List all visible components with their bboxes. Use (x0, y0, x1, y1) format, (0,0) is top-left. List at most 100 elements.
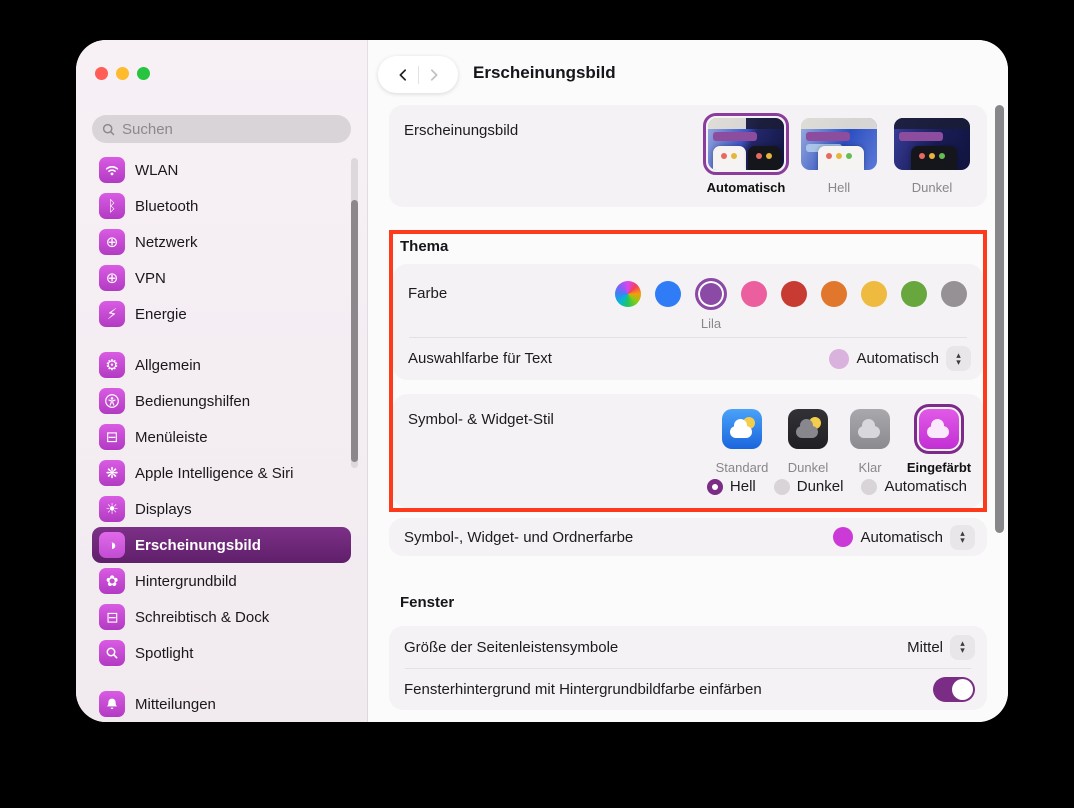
appearance-option-automatisch[interactable]: Automatisch (703, 113, 789, 195)
wifi-icon (99, 157, 125, 183)
sidebar-item-label: Mitteilungen (135, 696, 216, 713)
style-option-dunkel[interactable]: Dunkel (779, 404, 837, 475)
weather-icon-standard (722, 409, 762, 449)
selected-color-name: Lila (685, 316, 737, 331)
style-option-klar[interactable]: Klar (845, 404, 895, 475)
thema-card: Farbe Lila Auswahlfarbe für Text Automat… (393, 264, 983, 380)
traffic-lights (92, 40, 351, 80)
sidebar-item-schreibtisch-dock[interactable]: ⊟Schreibtisch & Dock (92, 599, 351, 635)
tint-toggle-on[interactable] (933, 677, 975, 702)
sidebar-item-label: Spotlight (135, 645, 193, 662)
appearance-icon: ◑ (99, 532, 125, 558)
gear-icon: ⚙ (99, 352, 125, 378)
auswahlfarbe-dropdown[interactable]: Automatisch ▴▾ (829, 346, 971, 371)
settings-window: Suchen WLAN ᛒBluetooth ⊕Netzwerk ⊕VPN ⚡E… (76, 40, 1008, 722)
sidebar-group-gap (92, 671, 351, 686)
color-swatch-lila-selected[interactable] (695, 278, 727, 310)
sidebar-item-allgemein[interactable]: ⚙ Allgemein (92, 347, 351, 383)
menubar-icon: ⊟ (99, 424, 125, 450)
sun-icon: ☀ (99, 496, 125, 522)
color-swatch-rosa[interactable] (741, 281, 767, 307)
chevron-up-down-icon[interactable]: ▴▾ (946, 346, 971, 371)
auswahlfarbe-value: Automatisch (856, 350, 939, 367)
icon-size-value: Mittel (907, 639, 943, 656)
radio-button (774, 479, 790, 495)
zoom-button[interactable] (137, 67, 150, 80)
stil-label: Symbol- & Widget-Stil (408, 411, 554, 428)
appearance-option-label: Hell (828, 180, 850, 195)
magnifier-icon (99, 640, 125, 666)
color-swatch-grau[interactable] (941, 281, 967, 307)
sidebar-item-label: WLAN (135, 162, 178, 179)
search-placeholder: Suchen (122, 121, 173, 138)
ordnerfarbe-dropdown[interactable]: Automatisch ▴▾ (833, 525, 975, 550)
color-swatch-blau[interactable] (655, 281, 681, 307)
chevron-up-down-icon[interactable]: ▴▾ (950, 525, 975, 550)
color-swatch-orange[interactable] (821, 281, 847, 307)
sidebar-list: WLAN ᛒBluetooth ⊕Netzwerk ⊕VPN ⚡Energie … (92, 152, 351, 722)
appearance-option-dunkel[interactable]: Dunkel (889, 113, 975, 195)
search-input[interactable]: Suchen (92, 115, 351, 143)
forward-button[interactable] (427, 68, 441, 82)
main-scrollbar-thumb[interactable] (995, 105, 1004, 533)
globe-icon: ⊕ (99, 229, 125, 255)
sidebar-item-menueleiste[interactable]: ⊟Menüleiste (92, 419, 351, 455)
ordnerfarbe-swatch (833, 527, 853, 547)
sidebar-item-displays[interactable]: ☀ Displays (92, 491, 351, 527)
sidebar-item-netzwerk[interactable]: ⊕Netzwerk (92, 224, 351, 260)
color-swatch-multicolor[interactable] (615, 281, 641, 307)
sidebar-item-label: Bedienungshilfen (135, 393, 250, 410)
siri-flower-icon: ❋ (99, 460, 125, 486)
color-swatch-gelb[interactable] (861, 281, 887, 307)
chevron-up-down-icon[interactable]: ▴▾ (950, 635, 975, 660)
appearance-row-label: Erscheinungsbild (404, 122, 518, 139)
back-button[interactable] (396, 68, 410, 82)
sidebar-item-erscheinungsbild[interactable]: ◑Erscheinungsbild (92, 527, 351, 563)
close-button[interactable] (95, 67, 108, 80)
main-panel: Erscheinungsbild Erscheinungsbild Automa… (368, 40, 1008, 722)
light-theme-thumbnail (801, 118, 877, 170)
fenster-card: Größe der Seitenleistensymbole Mittel ▴▾… (389, 626, 987, 710)
sidebar-item-wlan[interactable]: WLAN (92, 152, 351, 188)
search-icon (102, 123, 115, 136)
auto-theme-thumbnail (708, 118, 784, 170)
fenster-section-title: Fenster (400, 594, 454, 611)
sidebar-item-label: Allgemein (135, 357, 201, 374)
sidebar-item-label: Hintergrundbild (135, 573, 237, 590)
bolt-icon: ⚡ (99, 301, 125, 327)
color-swatch-gruen[interactable] (901, 281, 927, 307)
sidebar-item-hintergrundbild[interactable]: ✿Hintergrundbild (92, 563, 351, 599)
selected-ring (914, 404, 964, 454)
radio-automatisch[interactable]: Automatisch (861, 478, 967, 495)
sidebar-item-vpn[interactable]: ⊕VPN (92, 260, 351, 296)
weather-icon-tinted (919, 409, 959, 449)
sidebar-item-bedienungshilfen[interactable]: Bedienungshilfen (92, 383, 351, 419)
appearance-option-label: Dunkel (912, 180, 952, 195)
radio-button-selected (707, 479, 723, 495)
ordnerfarbe-value: Automatisch (860, 529, 943, 546)
style-option-standard[interactable]: Standard (713, 404, 771, 475)
accessibility-icon (99, 388, 125, 414)
appearance-card: Erscheinungsbild Automatisch (389, 105, 987, 207)
page-title: Erscheinungsbild (473, 63, 616, 83)
sidebar-item-spotlight[interactable]: Spotlight (92, 635, 351, 671)
sidebar-scrollbar-thumb[interactable] (351, 200, 358, 462)
appearance-option-hell[interactable]: Hell (796, 113, 882, 195)
sidebar: Suchen WLAN ᛒBluetooth ⊕Netzwerk ⊕VPN ⚡E… (76, 40, 368, 722)
style-option-eingefaerbt[interactable]: Eingefärbt (903, 404, 975, 475)
sidebar-item-bluetooth[interactable]: ᛒBluetooth (92, 188, 351, 224)
radio-dunkel[interactable]: Dunkel (774, 478, 844, 495)
sidebar-item-mitteilungen[interactable]: Mitteilungen (92, 686, 351, 722)
radio-hell[interactable]: Hell (707, 478, 756, 495)
color-swatch-rot[interactable] (781, 281, 807, 307)
sidebar-item-energie[interactable]: ⚡Energie (92, 296, 351, 332)
vpn-globe-icon: ⊕ (99, 265, 125, 291)
sidebar-item-label: Schreibtisch & Dock (135, 609, 269, 626)
minimize-button[interactable] (116, 67, 129, 80)
sidebar-item-apple-intelligence-siri[interactable]: ❋Apple Intelligence & Siri (92, 455, 351, 491)
thema-section-title: Thema (400, 238, 448, 255)
icon-size-dropdown[interactable]: Mittel ▴▾ (907, 635, 975, 660)
sidebar-group-gap (92, 332, 351, 347)
sidebar-item-label: Displays (135, 501, 192, 518)
tint-label: Fensterhintergrund mit Hintergrundbildfa… (404, 681, 762, 698)
